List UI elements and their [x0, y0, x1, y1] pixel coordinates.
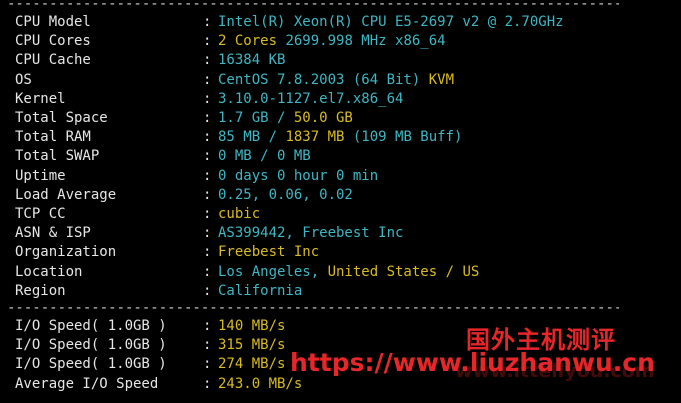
info-row-label: Load Average: [15, 186, 117, 203]
value-segment: 0 MB / 0 MB: [218, 148, 311, 165]
io-row-colon: :: [203, 356, 212, 373]
info-row-colon: :: [203, 186, 212, 203]
value-segment: 0 days 0 hour 0 min: [218, 167, 379, 184]
value-segment: KVM: [428, 71, 455, 88]
info-row-label: CPU Cache: [15, 52, 91, 69]
info-row-value: 1.7 GB / 50.0 GB: [218, 109, 353, 128]
info-row: Total RAM:85 MB / 1837 MB (109 MB Buff): [15, 128, 675, 147]
info-row-colon: :: [203, 167, 212, 184]
info-row-label: Kernel: [15, 90, 66, 107]
value-segment: 2 Cores: [218, 33, 286, 50]
info-row-value: Freebest Inc: [218, 243, 319, 262]
info-row-value: Intel(R) Xeon(R) CPU E5-2697 v2 @ 2.70GH…: [218, 13, 564, 32]
value-segment: cubic: [218, 206, 261, 222]
info-row-label: Region: [15, 282, 66, 299]
info-row: OS: CentOS 7.8.2003 (64 Bit) KVM: [15, 71, 675, 90]
value-segment: 85 MB /: [218, 129, 286, 146]
info-row-label: Organization: [15, 244, 117, 261]
info-row: Kernel:3.10.0-1127.el7.x86_64: [15, 90, 675, 109]
info-row: CPU Cache:16384 KB: [15, 51, 675, 70]
value-segment: 1837 MB: [285, 129, 345, 146]
info-row: Load Average:0.25, 0.06, 0.02: [15, 186, 675, 205]
info-row-colon: :: [203, 14, 212, 30]
info-row-colon: :: [203, 52, 212, 69]
separator-line: ----------------------------------------…: [7, 0, 619, 12]
info-row-label: Location: [15, 263, 83, 280]
io-row-label: I/O Speed( 1.0GB ): [15, 318, 167, 334]
info-row-value: 0 days 0 hour 0 min: [218, 167, 378, 186]
watermark-url: https://www.liuzhanwu.cn: [290, 348, 655, 377]
value-segment: California: [218, 282, 303, 299]
info-row: Organization: Freebest Inc: [15, 243, 675, 262]
info-row-value: AS399442, Freebest Inc: [218, 224, 403, 243]
separator-line: ----------------------------------------…: [7, 300, 619, 316]
info-row-label: Uptime: [15, 167, 66, 184]
io-row-colon: :: [203, 337, 212, 354]
info-row-label: OS: [15, 71, 32, 88]
value-segment: 0.25, 0.06, 0.02: [218, 186, 353, 203]
info-row: Region: California: [15, 282, 675, 301]
info-row-value: CentOS 7.8.2003 (64 Bit) KVM: [218, 71, 454, 90]
info-row: Location: Los Angeles, United States / US: [15, 263, 675, 282]
info-row-colon: :: [203, 225, 212, 242]
value-segment: Freebest Inc: [218, 244, 320, 261]
value-segment: 2699.998 MHz x86_64: [285, 33, 446, 50]
info-row-value: cubic: [218, 205, 260, 224]
info-row-colon: :: [203, 206, 212, 222]
info-row-colon: :: [203, 33, 212, 50]
info-row: Total SWAP:0 MB / 0 MB: [15, 147, 675, 166]
value-segment: CentOS 7.8.2003 (64 Bit): [218, 71, 429, 88]
info-row-value: 0.25, 0.06, 0.02: [218, 186, 353, 205]
value-segment: AS399442, Freebest Inc: [218, 225, 404, 242]
value-segment: 315 MB/s: [218, 337, 286, 354]
info-row: CPU Model: Intel(R) Xeon(R) CPU E5-2697 v…: [15, 13, 675, 32]
info-row-value: 2 Cores 2699.998 MHz x86_64: [218, 32, 446, 51]
info-row-colon: :: [203, 71, 212, 88]
value-segment: Intel(R) Xeon(R) CPU E5-2697 v2 @ 2.70GH…: [218, 14, 564, 30]
info-row-label: Total Space: [15, 110, 108, 126]
io-row-value: 274 MB/s: [218, 355, 285, 374]
io-row-value: 315 MB/s: [218, 336, 285, 355]
info-row: CPU Cores:2 Cores 2699.998 MHz x86_64: [15, 32, 675, 51]
info-row-colon: :: [203, 282, 212, 299]
value-segment: 1.7 GB /: [218, 110, 294, 126]
info-row-label: CPU Cores: [15, 33, 91, 50]
info-row-label: Total RAM: [15, 129, 91, 146]
info-row-label: ASN & ISP: [15, 225, 91, 242]
value-segment: (109 MB Buff): [344, 129, 463, 146]
value-segment: 50.0 GB: [293, 110, 353, 126]
value-segment: 16384 KB: [218, 52, 286, 69]
info-row-value: 3.10.0-1127.el7.x86_64: [218, 90, 403, 109]
io-row-colon: :: [203, 375, 212, 392]
info-row-label: TCP CC: [15, 206, 66, 222]
value-segment: Los Angeles,: [218, 263, 328, 280]
io-row-label: Average I/O Speed: [15, 375, 159, 392]
io-row-label: I/O Speed( 1.0GB ): [15, 337, 167, 354]
info-row-colon: :: [203, 244, 212, 261]
info-row-colon: :: [203, 148, 212, 165]
value-segment: 3.10.0-1127.el7.x86_64: [218, 90, 404, 107]
info-row-value: 85 MB / 1837 MB (109 MB Buff): [218, 128, 462, 147]
io-row-label: I/O Speed( 1.0GB ): [15, 356, 167, 373]
info-row-label: Total SWAP: [15, 148, 100, 165]
value-segment: 274 MB/s: [218, 356, 286, 373]
info-row: Total Space:1.7 GB / 50.0 GB: [15, 109, 675, 128]
info-row-colon: :: [203, 129, 212, 146]
info-row-colon: :: [203, 263, 212, 280]
info-row: Uptime:0 days 0 hour 0 min: [15, 167, 675, 186]
info-row: ASN & ISP: AS399442, Freebest Inc: [15, 224, 675, 243]
info-row-colon: :: [203, 110, 212, 126]
info-row-label: CPU Model: [15, 14, 91, 30]
io-row-value: 140 MB/s: [218, 317, 285, 336]
info-row-colon: :: [203, 90, 212, 107]
io-row-colon: :: [203, 318, 212, 334]
info-row-value: 16384 KB: [218, 51, 285, 70]
info-row-value: 0 MB / 0 MB: [218, 147, 311, 166]
info-row: TCP CC: cubic: [15, 205, 675, 224]
info-row-value: Los Angeles, United States / US: [218, 263, 479, 282]
info-row-value: California: [218, 282, 302, 301]
terminal-window[interactable]: ----------------------------------------…: [0, 0, 681, 403]
value-segment: 140 MB/s: [218, 318, 286, 334]
value-segment: United States / US: [327, 263, 480, 280]
